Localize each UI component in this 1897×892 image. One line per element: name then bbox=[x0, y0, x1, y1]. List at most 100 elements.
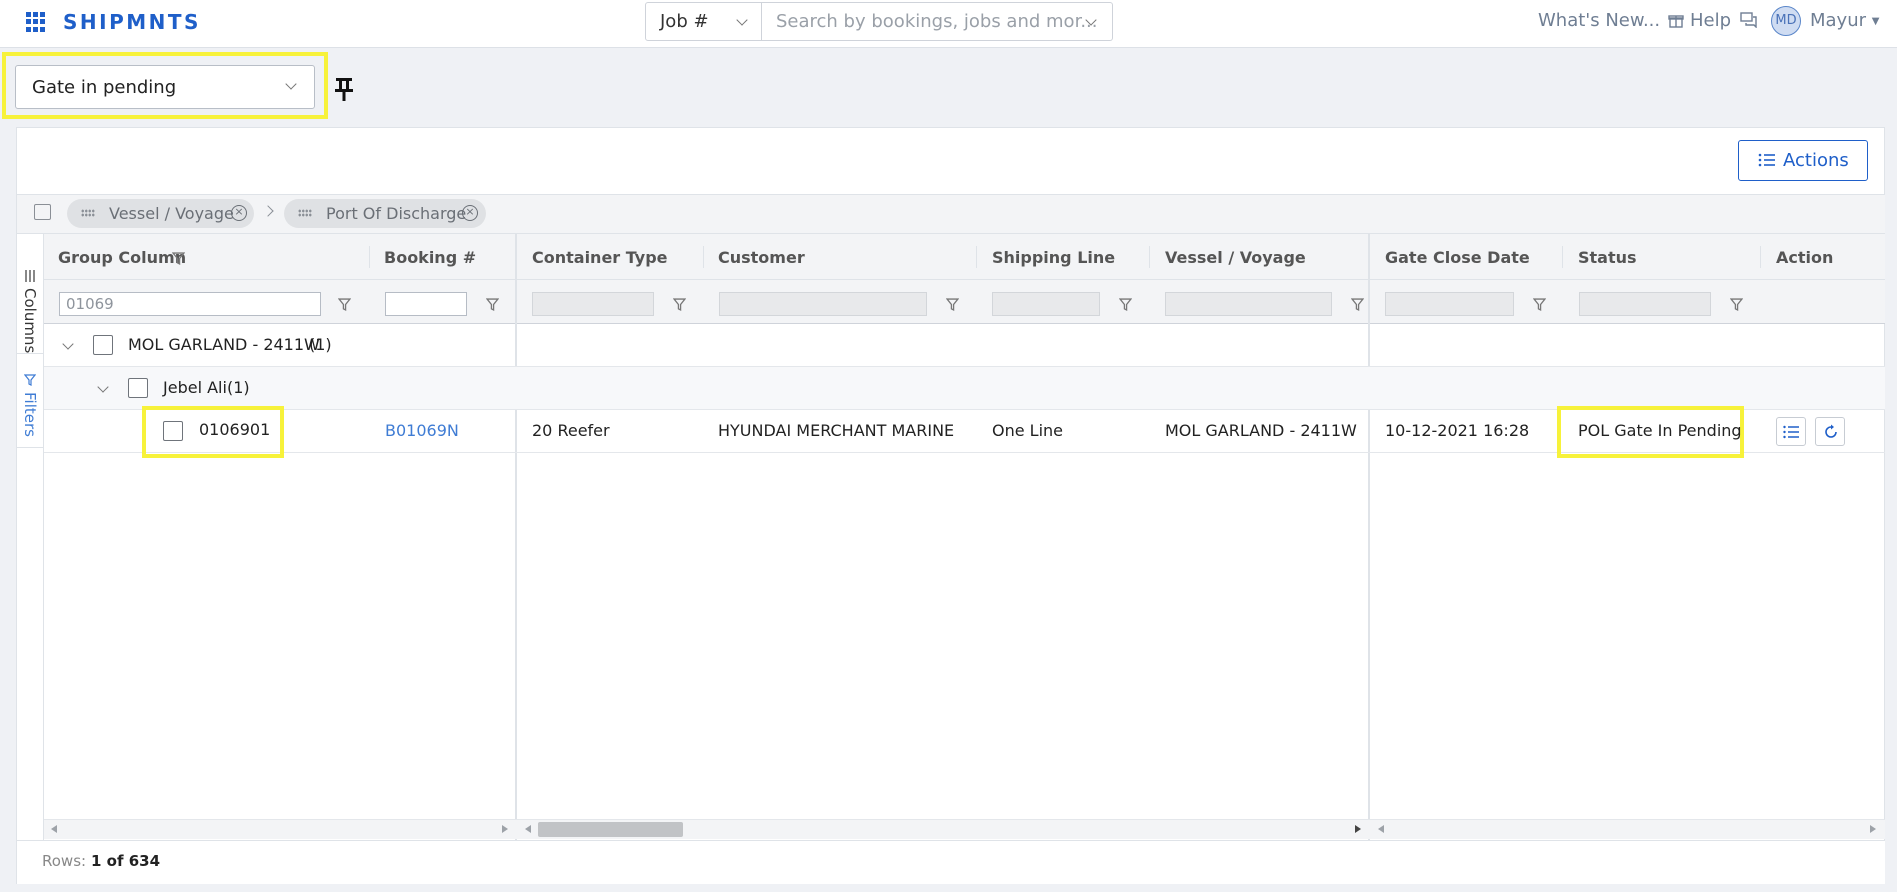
filter-icon[interactable] bbox=[1533, 298, 1546, 311]
row-checkbox[interactable] bbox=[128, 378, 148, 398]
help-link[interactable]: Help bbox=[1690, 10, 1758, 31]
row-checkbox[interactable] bbox=[93, 335, 113, 355]
brand-logo[interactable]: SHIPMNTS bbox=[63, 10, 201, 34]
saved-view-value: Gate in pending bbox=[32, 77, 177, 98]
gift-icon bbox=[1668, 15, 1684, 28]
scroll-right-icon[interactable] bbox=[1870, 825, 1876, 833]
header-vessel-voyage[interactable]: Vessel / Voyage bbox=[1165, 248, 1306, 267]
group-chip-label: Vessel / Voyage bbox=[109, 204, 234, 223]
refresh-button[interactable] bbox=[1815, 417, 1845, 446]
horizontal-scrollbar[interactable] bbox=[44, 819, 1885, 839]
group-chip-label: Port Of Discharge bbox=[326, 204, 467, 223]
group-panel-icon bbox=[34, 204, 51, 220]
column-separator[interactable] bbox=[1562, 246, 1563, 268]
search-placeholder: Search by bookings, jobs and mor... bbox=[776, 11, 1098, 32]
customer-filter-input[interactable] bbox=[719, 292, 927, 316]
group-count: (1) bbox=[227, 378, 250, 397]
shipping-line-filter-input[interactable] bbox=[992, 292, 1100, 316]
list-icon bbox=[1758, 153, 1775, 167]
search-type-select[interactable]: Job # bbox=[645, 2, 762, 41]
chat-icon bbox=[1740, 12, 1757, 29]
filter-icon[interactable] bbox=[1119, 298, 1132, 311]
header-status[interactable]: Status bbox=[1578, 248, 1637, 267]
header-booking[interactable]: Booking # bbox=[384, 248, 476, 267]
scroll-left-icon[interactable] bbox=[51, 825, 57, 833]
scroll-left-icon[interactable] bbox=[1378, 825, 1384, 833]
columns-tool-tab[interactable]: Columns bbox=[17, 258, 44, 354]
filter-icon[interactable] bbox=[946, 298, 959, 311]
user-avatar[interactable]: MD bbox=[1771, 6, 1801, 36]
remove-group-icon[interactable]: × bbox=[231, 205, 247, 221]
booking-filter-input[interactable] bbox=[385, 292, 467, 316]
filter-icon bbox=[24, 374, 36, 386]
header-action[interactable]: Action bbox=[1776, 248, 1833, 267]
column-separator[interactable] bbox=[976, 246, 977, 268]
vessel-voyage-cell: MOL GARLAND - 2411W bbox=[1165, 421, 1357, 440]
search-type-value: Job # bbox=[660, 11, 709, 32]
app-launcher-icon[interactable] bbox=[26, 12, 46, 32]
whats-new-label: What's New... bbox=[1538, 10, 1661, 31]
user-menu[interactable]: Mayur ▼ bbox=[1810, 10, 1879, 31]
details-button[interactable] bbox=[1776, 417, 1806, 446]
help-label: Help bbox=[1690, 10, 1732, 31]
column-separator[interactable] bbox=[1760, 246, 1761, 268]
caret-down-icon: ▼ bbox=[1871, 16, 1880, 27]
header-container-type[interactable]: Container Type bbox=[532, 248, 668, 267]
status-bar bbox=[17, 840, 1885, 884]
drag-handle-icon[interactable] bbox=[81, 209, 95, 217]
filter-icon[interactable] bbox=[673, 298, 686, 311]
customer-cell: HYUNDAI MERCHANT MARINE bbox=[718, 421, 955, 440]
scrollbar-thumb[interactable] bbox=[538, 822, 683, 837]
global-search-input[interactable]: Search by bookings, jobs and mor... bbox=[762, 2, 1113, 41]
chevron-down-icon bbox=[736, 14, 748, 26]
rows-count-label: Rows: bbox=[42, 852, 87, 870]
user-name: Mayur bbox=[1810, 10, 1867, 31]
columns-tab-label: Columns bbox=[21, 288, 39, 354]
group-row-port[interactable] bbox=[44, 367, 1885, 410]
drag-handle-icon[interactable] bbox=[298, 209, 312, 217]
saved-view-dropdown[interactable]: Gate in pending bbox=[15, 65, 315, 109]
column-separator[interactable] bbox=[703, 246, 704, 268]
list-icon bbox=[1783, 425, 1799, 439]
group-chip-port-of-discharge[interactable]: Port Of Discharge × bbox=[284, 199, 486, 228]
group-chip-vessel-voyage[interactable]: Vessel / Voyage × bbox=[67, 199, 254, 228]
booking-link[interactable]: B01069N bbox=[385, 421, 459, 440]
filter-icon[interactable] bbox=[1730, 298, 1743, 311]
shipping-line-cell: One Line bbox=[992, 421, 1064, 440]
vessel-voyage-filter-input[interactable] bbox=[1165, 292, 1332, 316]
refresh-icon bbox=[1825, 424, 1837, 438]
scroll-left-icon[interactable] bbox=[525, 825, 531, 833]
container-type-filter-input[interactable] bbox=[532, 292, 654, 316]
job-id: 0106901 bbox=[199, 420, 271, 439]
whats-new-link[interactable]: What's New... bbox=[1538, 10, 1684, 31]
column-separator[interactable] bbox=[1149, 246, 1150, 268]
status-filter-input[interactable] bbox=[1579, 292, 1711, 316]
header-gate-close-date[interactable]: Gate Close Date bbox=[1385, 248, 1530, 267]
filters-tool-tab[interactable]: Filters bbox=[17, 364, 44, 448]
filter-icon[interactable] bbox=[1351, 298, 1364, 311]
filter-icon[interactable] bbox=[172, 252, 185, 265]
gate-close-date-cell: 10-12-2021 16:28 bbox=[1385, 421, 1530, 440]
status-cell: POL Gate In Pending bbox=[1578, 421, 1742, 440]
columns-icon bbox=[25, 270, 35, 282]
row-checkbox[interactable] bbox=[163, 421, 183, 441]
header-customer[interactable]: Customer bbox=[718, 248, 805, 267]
group-value-port: Jebel Ali bbox=[163, 378, 227, 397]
group-count: (1) bbox=[309, 335, 332, 354]
gate-close-date-filter-input[interactable] bbox=[1385, 292, 1514, 316]
remove-group-icon[interactable]: × bbox=[462, 205, 478, 221]
chevron-down-icon bbox=[285, 78, 297, 90]
group-value-vessel: MOL GARLAND - 2411W bbox=[128, 335, 320, 354]
rows-count-value: 1 of 634 bbox=[91, 852, 161, 870]
scroll-right-icon[interactable] bbox=[1355, 825, 1361, 833]
container-type-cell: 20 Reefer bbox=[532, 421, 610, 440]
scroll-right-icon[interactable] bbox=[502, 825, 508, 833]
column-separator[interactable] bbox=[369, 246, 370, 268]
filter-icon[interactable] bbox=[486, 298, 499, 311]
filters-tab-label: Filters bbox=[21, 392, 39, 437]
filter-icon[interactable] bbox=[338, 298, 351, 311]
header-shipping-line[interactable]: Shipping Line bbox=[992, 248, 1115, 267]
group-column-filter-input[interactable]: 01069 bbox=[59, 292, 321, 316]
pin-icon[interactable] bbox=[332, 76, 356, 102]
header-group-column[interactable]: Group Column bbox=[58, 248, 186, 267]
